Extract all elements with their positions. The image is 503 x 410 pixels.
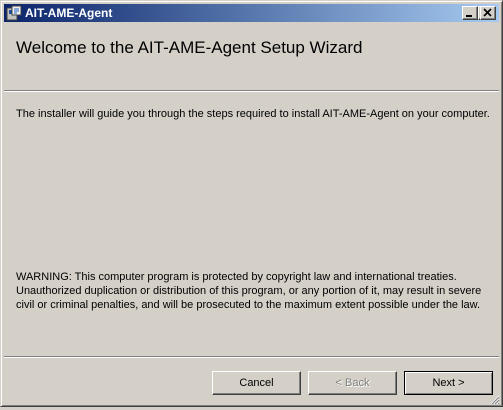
copyright-warning: WARNING: This computer program is protec… [16, 271, 482, 311]
resize-grip-icon[interactable] [488, 392, 500, 405]
intro-text: The installer will guide you through the… [16, 108, 490, 120]
minimize-icon [466, 15, 472, 17]
back-button[interactable]: < Back [308, 371, 397, 395]
setup-wizard-window: AIT-AME-Agent Welcome to the AIT-AME-Age… [0, 0, 503, 407]
page-title: Welcome to the AIT-AME-Agent Setup Wizar… [16, 38, 363, 57]
close-icon [483, 8, 492, 17]
header-divider [4, 90, 499, 92]
cancel-button[interactable]: Cancel [212, 371, 301, 395]
title-bar[interactable]: AIT-AME-Agent [4, 4, 499, 22]
installer-icon [6, 5, 22, 21]
next-button[interactable]: Next > [404, 371, 493, 395]
window-title: AIT-AME-Agent [25, 6, 113, 20]
wizard-header: Welcome to the AIT-AME-Agent Setup Wizar… [4, 22, 499, 92]
close-button[interactable] [480, 6, 496, 20]
minimize-button[interactable] [462, 6, 478, 20]
footer-divider [4, 356, 499, 358]
